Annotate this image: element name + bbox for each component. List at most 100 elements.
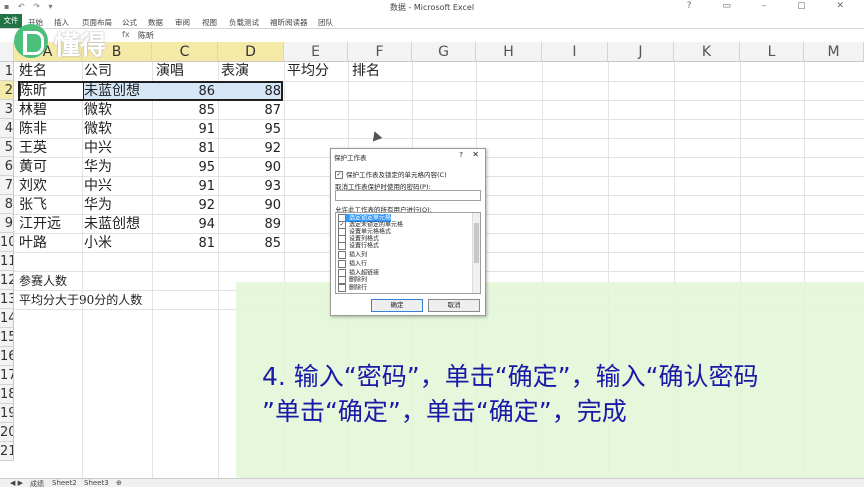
cell-a6[interactable]: 黄可 [19,158,81,177]
cell-d10[interactable]: 85 [218,234,281,253]
column-header-j[interactable]: J [608,42,674,62]
permission-item[interactable]: 设置行格式 [338,242,379,250]
window-controls[interactable]: ? ▭ – ▢ ✕ [687,1,858,11]
cell-a1[interactable]: 姓名 [19,62,81,81]
cell-a3[interactable]: 林碧 [19,101,81,120]
cell-a12[interactable]: 参赛人数 [19,272,139,291]
row-header-8[interactable]: 8 [0,195,14,214]
permission-item[interactable]: 插入行 [338,260,367,268]
row-header-3[interactable]: 3 [0,100,14,119]
cell-f1[interactable]: 排名 [352,62,410,81]
permission-item[interactable]: 删除列 [338,276,367,284]
cell-a4[interactable]: 陈非 [19,120,81,139]
cell-b7[interactable]: 中兴 [84,177,150,196]
row-header-5[interactable]: 5 [0,138,14,157]
column-header-k[interactable]: K [674,42,740,62]
cell-c1[interactable]: 演唱 [156,62,216,81]
protect-contents-checkbox[interactable]: ✓ 保护工作表及锁定的单元格内容(C) [335,169,447,179]
cell-b4[interactable]: 微软 [84,120,150,139]
row-header-16[interactable]: 16 [0,347,14,366]
permissions-list[interactable]: ✓ 选定锁定单元格 ✓ 选定未锁定的单元格 设置单元格格式 设置列格式 设置行格式 … [335,212,481,294]
column-header-m[interactable]: M [804,42,864,62]
cell-a13[interactable]: 平均分大于90分的人数 [19,291,219,310]
cell-b1[interactable]: 公司 [84,62,150,81]
cell-d6[interactable]: 90 [218,158,281,177]
cell-b5[interactable]: 中兴 [84,139,150,158]
help-icon[interactable]: ? [459,151,463,159]
tab-review[interactable]: 审阅 [175,17,190,28]
cell-c2[interactable]: 86 [152,82,215,101]
row-header-6[interactable]: 6 [0,157,14,176]
cell-e1[interactable]: 平均分 [287,62,347,81]
row-header-11[interactable]: 11 [0,252,14,271]
cell-a8[interactable]: 张飞 [19,196,81,215]
cell-d4[interactable]: 95 [218,120,281,139]
cell-b6[interactable]: 华为 [84,158,150,177]
sheet-tab-scores[interactable]: 成绩 [30,479,44,489]
column-header-c[interactable]: C [152,42,218,62]
logo-icon [14,24,48,58]
cell-d1[interactable]: 表演 [221,62,281,81]
tab-foxit-reader[interactable]: 福昕阅读器 [270,17,308,28]
tab-view[interactable]: 视图 [202,17,217,28]
tab-load-test[interactable]: 负载测试 [229,17,259,28]
cell-a5[interactable]: 王英 [19,139,81,158]
cell-c3[interactable]: 85 [152,101,215,120]
row-header-21[interactable]: 21 [0,442,14,461]
cell-b10[interactable]: 小米 [84,234,150,253]
row-header-7[interactable]: 7 [0,176,14,195]
cell-c9[interactable]: 94 [152,215,215,234]
checkbox-checked-icon: ✓ [335,171,343,179]
cell-a2[interactable]: 陈昕 [19,82,81,101]
column-header-l[interactable]: L [740,42,804,62]
row-header-2[interactable]: 2 [0,81,14,100]
row-header-20[interactable]: 20 [0,423,14,442]
cell-d8[interactable]: 90 [218,196,281,215]
brand-name: 懂得 [54,31,107,61]
permission-item[interactable]: 插入列 [338,251,367,259]
cell-b9[interactable]: 未蓝创想 [84,215,150,234]
row-header-4[interactable]: 4 [0,119,14,138]
cell-c7[interactable]: 91 [152,177,215,196]
cell-c8[interactable]: 92 [152,196,215,215]
cell-a9[interactable]: 江开远 [19,215,81,234]
row-header-1[interactable]: 1 [0,62,14,81]
cell-c6[interactable]: 95 [152,158,215,177]
cell-d5[interactable]: 92 [218,139,281,158]
row-header-12[interactable]: 12 [0,271,14,290]
cell-a7[interactable]: 刘欢 [19,177,81,196]
ok-button[interactable]: 确定 [371,299,423,312]
row-header-15[interactable]: 15 [0,328,14,347]
permission-item[interactable]: 删除行 [338,284,367,292]
cell-c4[interactable]: 91 [152,120,215,139]
row-header-13[interactable]: 13 [0,290,14,309]
row-header-14[interactable]: 14 [0,309,14,328]
cell-d2[interactable]: 88 [218,82,281,101]
tab-team[interactable]: 团队 [318,17,333,28]
row-header-18[interactable]: 18 [0,385,14,404]
cell-a10[interactable]: 叶路 [19,234,81,253]
select-all-corner[interactable] [0,42,14,62]
cancel-button[interactable]: 取消 [428,299,480,312]
column-header-i[interactable]: I [542,42,608,62]
column-header-g[interactable]: G [412,42,476,62]
cell-b3[interactable]: 微软 [84,101,150,120]
cell-d9[interactable]: 89 [218,215,281,234]
list-scrollbar[interactable] [472,213,480,293]
cell-d7[interactable]: 93 [218,177,281,196]
column-header-d[interactable]: D [218,42,284,62]
column-header-h[interactable]: H [476,42,542,62]
row-header-10[interactable]: 10 [0,233,14,252]
cell-b2[interactable]: 未蓝创想 [84,82,150,101]
column-header-f[interactable]: F [348,42,412,62]
row-header-19[interactable]: 19 [0,404,14,423]
row-header-17[interactable]: 17 [0,366,14,385]
cell-c10[interactable]: 81 [152,234,215,253]
password-input[interactable] [335,190,481,201]
cell-d3[interactable]: 87 [218,101,281,120]
column-header-e[interactable]: E [284,42,348,62]
row-header-9[interactable]: 9 [0,214,14,233]
cell-c5[interactable]: 81 [152,139,215,158]
close-icon[interactable]: ✕ [472,150,479,159]
cell-b8[interactable]: 华为 [84,196,150,215]
